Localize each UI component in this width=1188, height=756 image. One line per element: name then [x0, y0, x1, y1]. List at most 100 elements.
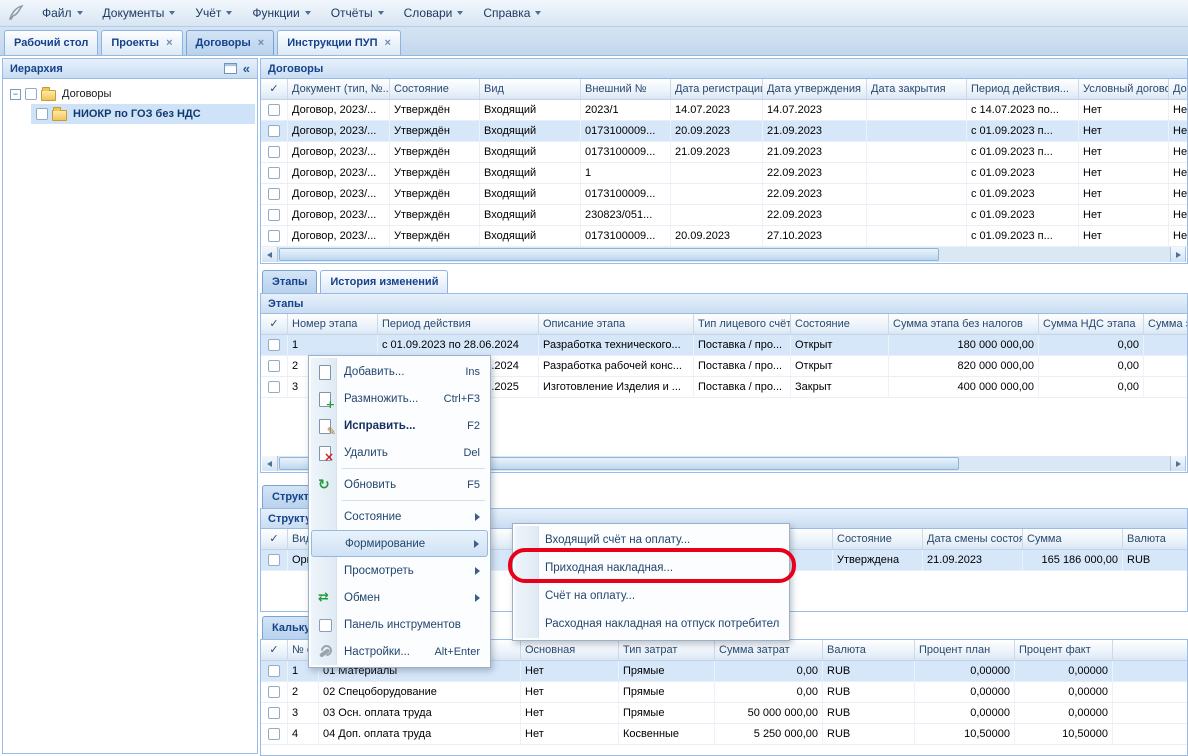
row-checkbox[interactable]	[268, 125, 280, 137]
table-row[interactable]: 404 Доп. оплата трудаНетКосвенные5 250 0…	[261, 724, 1187, 745]
column-header[interactable]: Валюта	[823, 640, 915, 660]
column-header[interactable]: Тип затрат	[619, 640, 715, 660]
column-header[interactable]: Сумма затрат	[715, 640, 823, 660]
tab[interactable]: История изменений	[320, 270, 448, 293]
column-header[interactable]: Основная	[521, 640, 619, 660]
menubar-item[interactable]: Отчёты	[321, 2, 394, 24]
menu-item[interactable]: Просмотреть	[311, 557, 488, 584]
menu-item[interactable]: Состояние	[311, 503, 488, 530]
column-header[interactable]: Состояние	[390, 79, 480, 99]
row-checkbox[interactable]	[268, 665, 280, 677]
column-header[interactable]: Условный договор	[1079, 79, 1169, 99]
tree-node-checkbox[interactable]	[25, 88, 37, 100]
select-all-column-header[interactable]: ✓	[261, 79, 288, 99]
row-checkbox[interactable]	[268, 707, 280, 719]
scrollbar-thumb[interactable]	[279, 248, 939, 261]
menubar-item[interactable]: Учёт	[185, 2, 242, 24]
menubar-item[interactable]: Документы	[93, 2, 186, 24]
table-row[interactable]: Договор, 2023/...УтверждёнВходящий230823…	[261, 205, 1187, 226]
tab[interactable]: Проекты×	[101, 30, 182, 55]
column-header[interactable]: Состояние	[791, 314, 889, 334]
row-checkbox[interactable]	[268, 381, 280, 393]
table-row[interactable]: 202 СпецоборудованиеНетПрямые0,00RUB0,00…	[261, 682, 1187, 703]
tab[interactable]: Этапы	[262, 270, 317, 293]
menubar-item[interactable]: Словари	[394, 2, 474, 24]
column-header[interactable]: Процент план	[915, 640, 1015, 660]
select-all-column-header[interactable]: ✓	[261, 640, 288, 660]
table-row[interactable]: Договор, 2023/...УтверждёнВходящий2023/1…	[261, 100, 1187, 121]
scroll-left-button[interactable]	[262, 456, 278, 471]
select-all-column-header[interactable]: ✓	[261, 529, 288, 549]
row-checkbox[interactable]	[268, 230, 280, 242]
tab-close-icon[interactable]: ×	[166, 38, 172, 48]
column-header[interactable]: Состояние	[833, 529, 923, 549]
row-checkbox[interactable]	[268, 686, 280, 698]
tree-node[interactable]: −Договоры	[5, 84, 255, 104]
column-header[interactable]: Сумма этапа без налогов	[889, 314, 1039, 334]
scroll-right-button[interactable]	[1170, 456, 1186, 471]
columns-view-icon[interactable]	[224, 63, 237, 74]
tree-node-checkbox[interactable]	[36, 108, 48, 120]
collapse-panel-icon[interactable]: «	[243, 63, 250, 74]
row-checkbox[interactable]	[268, 209, 280, 221]
row-checkbox[interactable]	[268, 104, 280, 116]
column-header[interactable]: До...	[1169, 79, 1188, 99]
menu-item[interactable]: УдалитьDel	[311, 439, 488, 466]
menu-item[interactable]: Формирование	[311, 530, 488, 557]
row-checkbox[interactable]	[268, 360, 280, 372]
menu-item[interactable]: Панель инструментов	[311, 611, 488, 638]
table-row[interactable]: Договор, 2023/...УтверждёнВходящий017310…	[261, 121, 1187, 142]
tab[interactable]: Договоры×	[186, 30, 275, 55]
menu-item[interactable]: ОбновитьF5	[311, 471, 488, 498]
row-checkbox[interactable]	[268, 146, 280, 158]
table-row[interactable]: Договор, 2023/...УтверждёнВходящий017310…	[261, 184, 1187, 205]
menubar-item[interactable]: Справка	[473, 2, 551, 24]
table-row[interactable]: Договор, 2023/...УтверждёнВходящий017310…	[261, 142, 1187, 163]
column-header[interactable]: Тип лицевого счёт	[694, 314, 791, 334]
tab-close-icon[interactable]: ×	[385, 38, 391, 48]
tree-expander-icon[interactable]: −	[10, 89, 21, 100]
column-header[interactable]: Дата утверждения	[763, 79, 867, 99]
scroll-right-button[interactable]	[1170, 247, 1186, 262]
tab[interactable]: Рабочий стол	[4, 30, 98, 55]
column-header[interactable]: Документ (тип, №...	[288, 79, 390, 99]
row-checkbox[interactable]	[268, 167, 280, 179]
row-checkbox[interactable]	[268, 554, 280, 566]
menu-item[interactable]: Обмен	[311, 584, 488, 611]
menu-item[interactable]: Добавить...Ins	[311, 358, 488, 385]
menubar-item[interactable]: Файл	[32, 2, 93, 24]
tree-node[interactable]: НИОКР по ГОЗ без НДС	[31, 104, 255, 124]
column-header[interactable]: Внешний №	[581, 79, 671, 99]
menubar-item[interactable]: Функции	[242, 2, 320, 24]
row-checkbox[interactable]	[268, 188, 280, 200]
column-header[interactable]: Описание этапа	[539, 314, 694, 334]
table-row[interactable]: Договор, 2023/...УтверждёнВходящий017310…	[261, 226, 1187, 247]
table-row[interactable]: 303 Осн. оплата трудаНетПрямые50 000 000…	[261, 703, 1187, 724]
column-header[interactable]: Период действия	[378, 314, 539, 334]
tab[interactable]: Инструкции ПУП×	[277, 30, 401, 55]
menu-item[interactable]: Приходная накладная...	[515, 554, 787, 582]
table-row[interactable]: Договор, 2023/...УтверждёнВходящий122.09…	[261, 163, 1187, 184]
column-header[interactable]: Период действия...	[967, 79, 1079, 99]
row-checkbox[interactable]	[268, 339, 280, 351]
menu-item[interactable]: Счёт на оплату...	[515, 582, 787, 610]
column-header[interactable]: Сумма эт...	[1144, 314, 1188, 334]
scroll-left-button[interactable]	[262, 247, 278, 262]
menu-item[interactable]: Входящий счёт на оплату...	[515, 526, 787, 554]
menu-item[interactable]: Размножить...Ctrl+F3	[311, 385, 488, 412]
column-header[interactable]: Процент факт	[1015, 640, 1113, 660]
column-header[interactable]: Сумма НДС этапа	[1039, 314, 1144, 334]
select-all-column-header[interactable]: ✓	[261, 314, 288, 334]
column-header[interactable]: Дата регистрации	[671, 79, 763, 99]
menu-item[interactable]: Расходная накладная на отпуск потребител…	[515, 610, 787, 638]
column-header[interactable]: Дата закрытия	[867, 79, 967, 99]
menu-item[interactable]: Исправить...F2	[311, 412, 488, 439]
column-header[interactable]: Сумма	[1023, 529, 1123, 549]
column-header[interactable]: Вид	[480, 79, 581, 99]
tab-close-icon[interactable]: ×	[258, 38, 264, 48]
row-checkbox[interactable]	[268, 728, 280, 740]
column-header[interactable]: Дата смены состоя...	[923, 529, 1023, 549]
contracts-horizontal-scrollbar[interactable]	[262, 247, 1186, 262]
column-header[interactable]: Валюта	[1123, 529, 1188, 549]
column-header[interactable]: Номер этапа	[288, 314, 378, 334]
